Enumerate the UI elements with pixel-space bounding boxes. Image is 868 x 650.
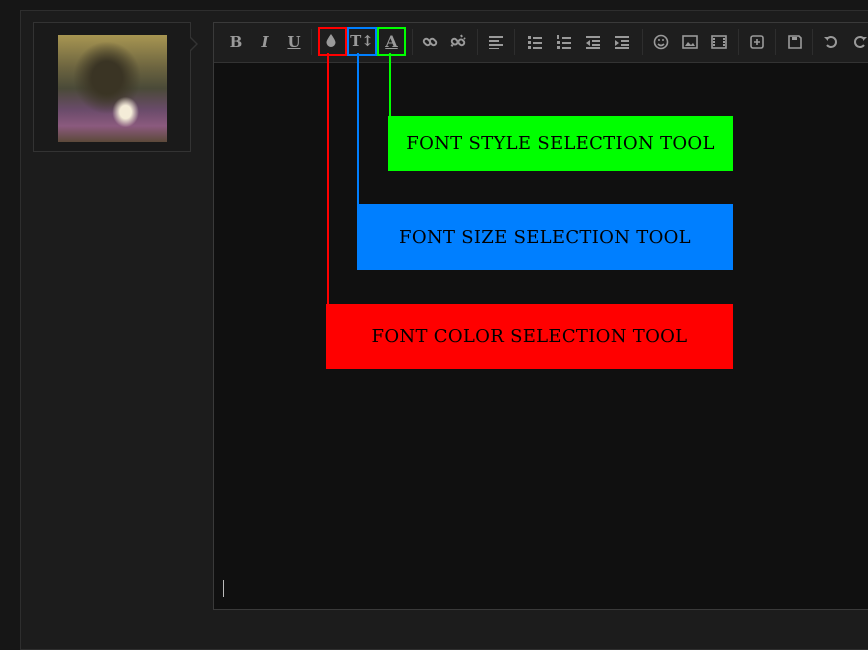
toolbar-divider	[642, 29, 643, 55]
font-style-button[interactable]: A	[377, 27, 406, 56]
font-size-callout: FONT SIZE SELECTION TOOL	[357, 204, 733, 270]
align-button[interactable]	[485, 31, 507, 53]
toolbar-divider	[311, 29, 312, 55]
image-icon	[682, 35, 698, 49]
font-color-button[interactable]	[318, 27, 347, 56]
italic-button[interactable]: I	[254, 31, 276, 53]
unlink-button[interactable]	[447, 31, 469, 53]
redo-icon	[854, 36, 867, 48]
font-style-callout: FONT STYLE SELECTION TOOL	[388, 116, 733, 171]
link-button[interactable]	[419, 31, 441, 53]
undo-icon	[824, 36, 837, 48]
size-leader-line	[357, 53, 359, 205]
outdent-icon	[586, 36, 600, 49]
smiley-button[interactable]	[650, 31, 672, 53]
undo-button[interactable]	[820, 31, 842, 53]
align-icon	[489, 36, 503, 49]
redo-button[interactable]	[849, 31, 868, 53]
indent-icon	[615, 36, 629, 49]
bold-button[interactable]: B	[225, 31, 247, 53]
style-leader-line	[389, 53, 391, 117]
numbered-list-button[interactable]	[553, 31, 575, 53]
insert-icon	[750, 35, 764, 49]
toolbar-divider	[412, 29, 413, 55]
text-caret	[223, 580, 224, 597]
bullet-list-button[interactable]	[524, 31, 546, 53]
underline-button[interactable]: U	[283, 31, 305, 53]
save-icon	[788, 35, 802, 49]
toolbar-divider	[812, 29, 813, 55]
toolbar-divider	[738, 29, 739, 55]
avatar[interactable]	[58, 35, 167, 142]
video-button[interactable]	[708, 31, 730, 53]
editor-toolbar: B I U T↕ A	[214, 23, 868, 63]
indent-button[interactable]	[611, 31, 633, 53]
toolbar-divider	[775, 29, 776, 55]
outdent-button[interactable]	[582, 31, 604, 53]
unlink-icon	[450, 34, 466, 47]
font-color-callout-label: FONT COLOR SELECTION TOOL	[371, 326, 688, 347]
font-size-callout-label: FONT SIZE SELECTION TOOL	[399, 226, 691, 248]
toolbar-divider	[514, 29, 515, 55]
font-color-callout: FONT COLOR SELECTION TOOL	[326, 304, 733, 369]
smiley-icon	[653, 34, 669, 50]
save-button[interactable]	[784, 31, 806, 53]
bullet-list-icon	[528, 36, 542, 49]
font-style-callout-label: FONT STYLE SELECTION TOOL	[406, 133, 715, 154]
avatar-pointer-inner	[189, 37, 196, 51]
video-icon	[711, 35, 727, 49]
font-size-button[interactable]: T↕	[347, 27, 377, 56]
insert-button[interactable]	[746, 31, 768, 53]
color-leader-line	[327, 53, 329, 305]
numbered-list-icon	[557, 35, 571, 49]
color-drop-icon	[326, 34, 336, 47]
image-button[interactable]	[679, 31, 701, 53]
toolbar-divider	[477, 29, 478, 55]
link-icon	[422, 37, 438, 47]
